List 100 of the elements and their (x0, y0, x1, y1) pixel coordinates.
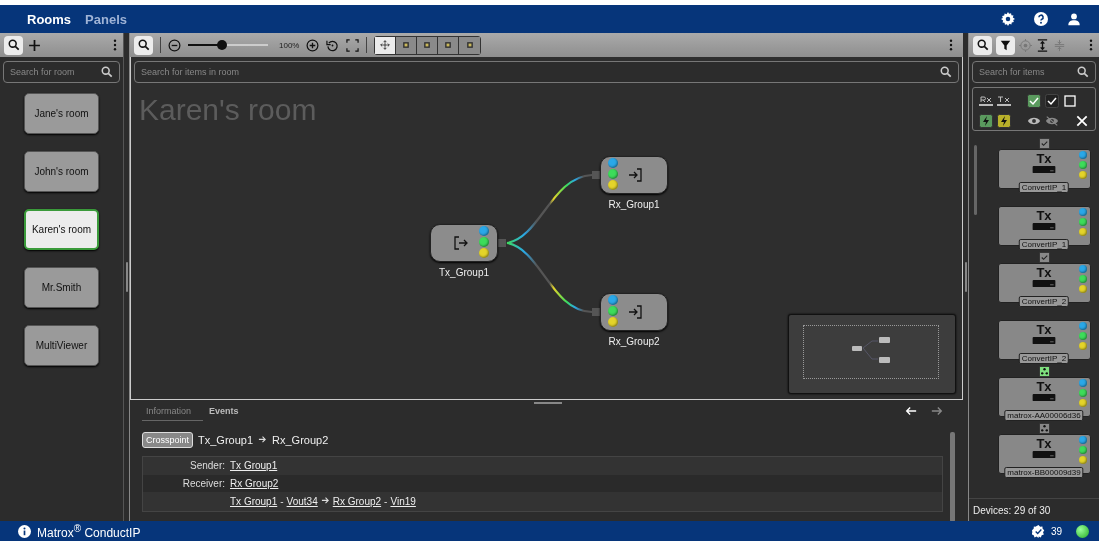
panel-tab[interactable]: Information (142, 401, 204, 421)
panel-tab[interactable]: Events (205, 401, 251, 421)
layout-button[interactable] (396, 36, 418, 54)
nav-tab[interactable]: Panels (80, 11, 132, 27)
layout-button[interactable] (417, 36, 439, 54)
badge-check-icon[interactable] (1031, 524, 1045, 538)
back-arrow-icon[interactable] (905, 405, 917, 417)
arrow-icon (320, 495, 330, 504)
product-name: Matrox$^{®}$ ConductIP (37, 522, 141, 540)
status-lights-icon (1078, 436, 1087, 464)
search-field[interactable]: Search for items in room (134, 61, 959, 83)
field-label: Sender: (188, 460, 226, 471)
rx-filter-icon[interactable] (979, 94, 993, 108)
device-link[interactable]: Tx Group1 (230, 460, 278, 471)
room-button[interactable]: MultiViewer (24, 325, 99, 366)
status-lights-icon (1078, 379, 1087, 407)
more-icon[interactable] (949, 39, 953, 51)
nav-tab[interactable]: Rooms (22, 11, 77, 27)
status-lights-icon (1078, 208, 1087, 236)
pan-button[interactable] (375, 36, 397, 54)
search-icon[interactable] (101, 66, 113, 78)
device-name: ConvertIP_2 (1018, 296, 1070, 307)
search-button[interactable] (134, 35, 153, 55)
unchecked-filter-icon[interactable] (1063, 94, 1077, 108)
device-name: ConvertIP_1 (1018, 239, 1070, 250)
layout-icon (443, 40, 454, 50)
search-icon[interactable] (940, 66, 952, 78)
checkbox-icon[interactable] (1038, 252, 1050, 263)
device-group-node[interactable] (430, 224, 506, 262)
layout-button[interactable] (438, 36, 460, 54)
check-filter-icon[interactable] (1045, 94, 1059, 108)
connection-link[interactable]: Rx Group2 (332, 496, 382, 507)
eye-slash-icon[interactable] (1045, 114, 1059, 128)
more-icon[interactable] (113, 39, 117, 51)
enter-icon (627, 304, 643, 320)
device-link[interactable]: Rx Group2 (230, 478, 279, 489)
resize-handle[interactable] (534, 402, 562, 404)
minimap[interactable] (788, 314, 956, 394)
resize-handle[interactable] (125, 262, 128, 292)
tx-filter-icon[interactable] (997, 94, 1011, 108)
zoom-out-icon[interactable] (168, 38, 181, 52)
bolt-filter-icon[interactable] (979, 114, 993, 128)
device-box-icon (1031, 394, 1057, 401)
more-icon[interactable] (1089, 39, 1093, 51)
user-icon[interactable] (1067, 12, 1081, 26)
device-group-node[interactable] (592, 156, 668, 194)
device-name: ConvertIP_2 (1018, 353, 1070, 364)
room-button[interactable]: Jane's room (24, 93, 99, 134)
fit-screen-icon[interactable] (346, 38, 360, 52)
help-icon[interactable] (1034, 12, 1048, 26)
search-field[interactable]: Search for room (3, 61, 120, 83)
minimap-graph-drawing (852, 337, 892, 363)
enter-icon (627, 167, 643, 183)
filter-icon (1000, 39, 1011, 51)
close-icon[interactable] (1075, 114, 1089, 128)
device-box-icon (1031, 280, 1057, 287)
device-name: matrox-BB00009d39 (1004, 467, 1084, 478)
device-type: Tx (1036, 152, 1052, 165)
connection-line[interactable] (506, 241, 593, 314)
zoom-in-icon[interactable] (306, 38, 320, 52)
layout-icon (401, 40, 412, 50)
search-field[interactable]: Search for items (972, 61, 1096, 83)
scrollbar[interactable] (950, 432, 955, 521)
device-type: Tx (1036, 323, 1052, 336)
resize-handle[interactable] (964, 262, 967, 292)
filter-button[interactable] (996, 35, 1015, 55)
search-icon[interactable] (1077, 66, 1089, 78)
status-lights-icon (1078, 151, 1087, 179)
connection-link[interactable]: Tx Group1 (230, 496, 278, 507)
checkbox-icon[interactable] (1038, 138, 1050, 149)
forward-arrow-icon[interactable] (931, 405, 943, 417)
network-icon[interactable] (1038, 423, 1050, 434)
search-button[interactable] (973, 35, 992, 55)
search-button[interactable] (4, 35, 23, 55)
separator-text: - (384, 496, 388, 507)
device-type: Tx (1036, 266, 1052, 279)
device-box-icon (1031, 223, 1057, 230)
connection-link[interactable]: Vin19 (390, 496, 416, 507)
device-type: Tx (1036, 437, 1052, 450)
device-group-node[interactable] (592, 293, 668, 331)
scrollbar[interactable] (974, 145, 977, 215)
status-lights-icon (1078, 322, 1087, 350)
status-indicator (1076, 524, 1089, 538)
bolt-filter-icon[interactable] (997, 114, 1011, 128)
network-icon[interactable] (1038, 366, 1050, 377)
settings-icon[interactable] (1001, 12, 1015, 26)
search-icon (976, 39, 989, 51)
checked-filter-icon[interactable] (1027, 94, 1041, 108)
expand-vertical-icon[interactable] (1036, 38, 1049, 52)
info-icon[interactable] (18, 524, 31, 538)
reset-icon[interactable] (326, 38, 340, 52)
room-button[interactable]: Mr.Smith (24, 267, 99, 308)
layout-button[interactable] (459, 36, 481, 54)
connection-line[interactable] (506, 173, 593, 245)
separator-text: - (280, 496, 284, 507)
connection-link[interactable]: Vout34 (286, 496, 318, 507)
move-icon (380, 40, 391, 50)
room-button[interactable]: Karen's room (24, 209, 99, 250)
add-icon[interactable] (28, 38, 41, 52)
room-button[interactable]: John's room (24, 151, 99, 192)
